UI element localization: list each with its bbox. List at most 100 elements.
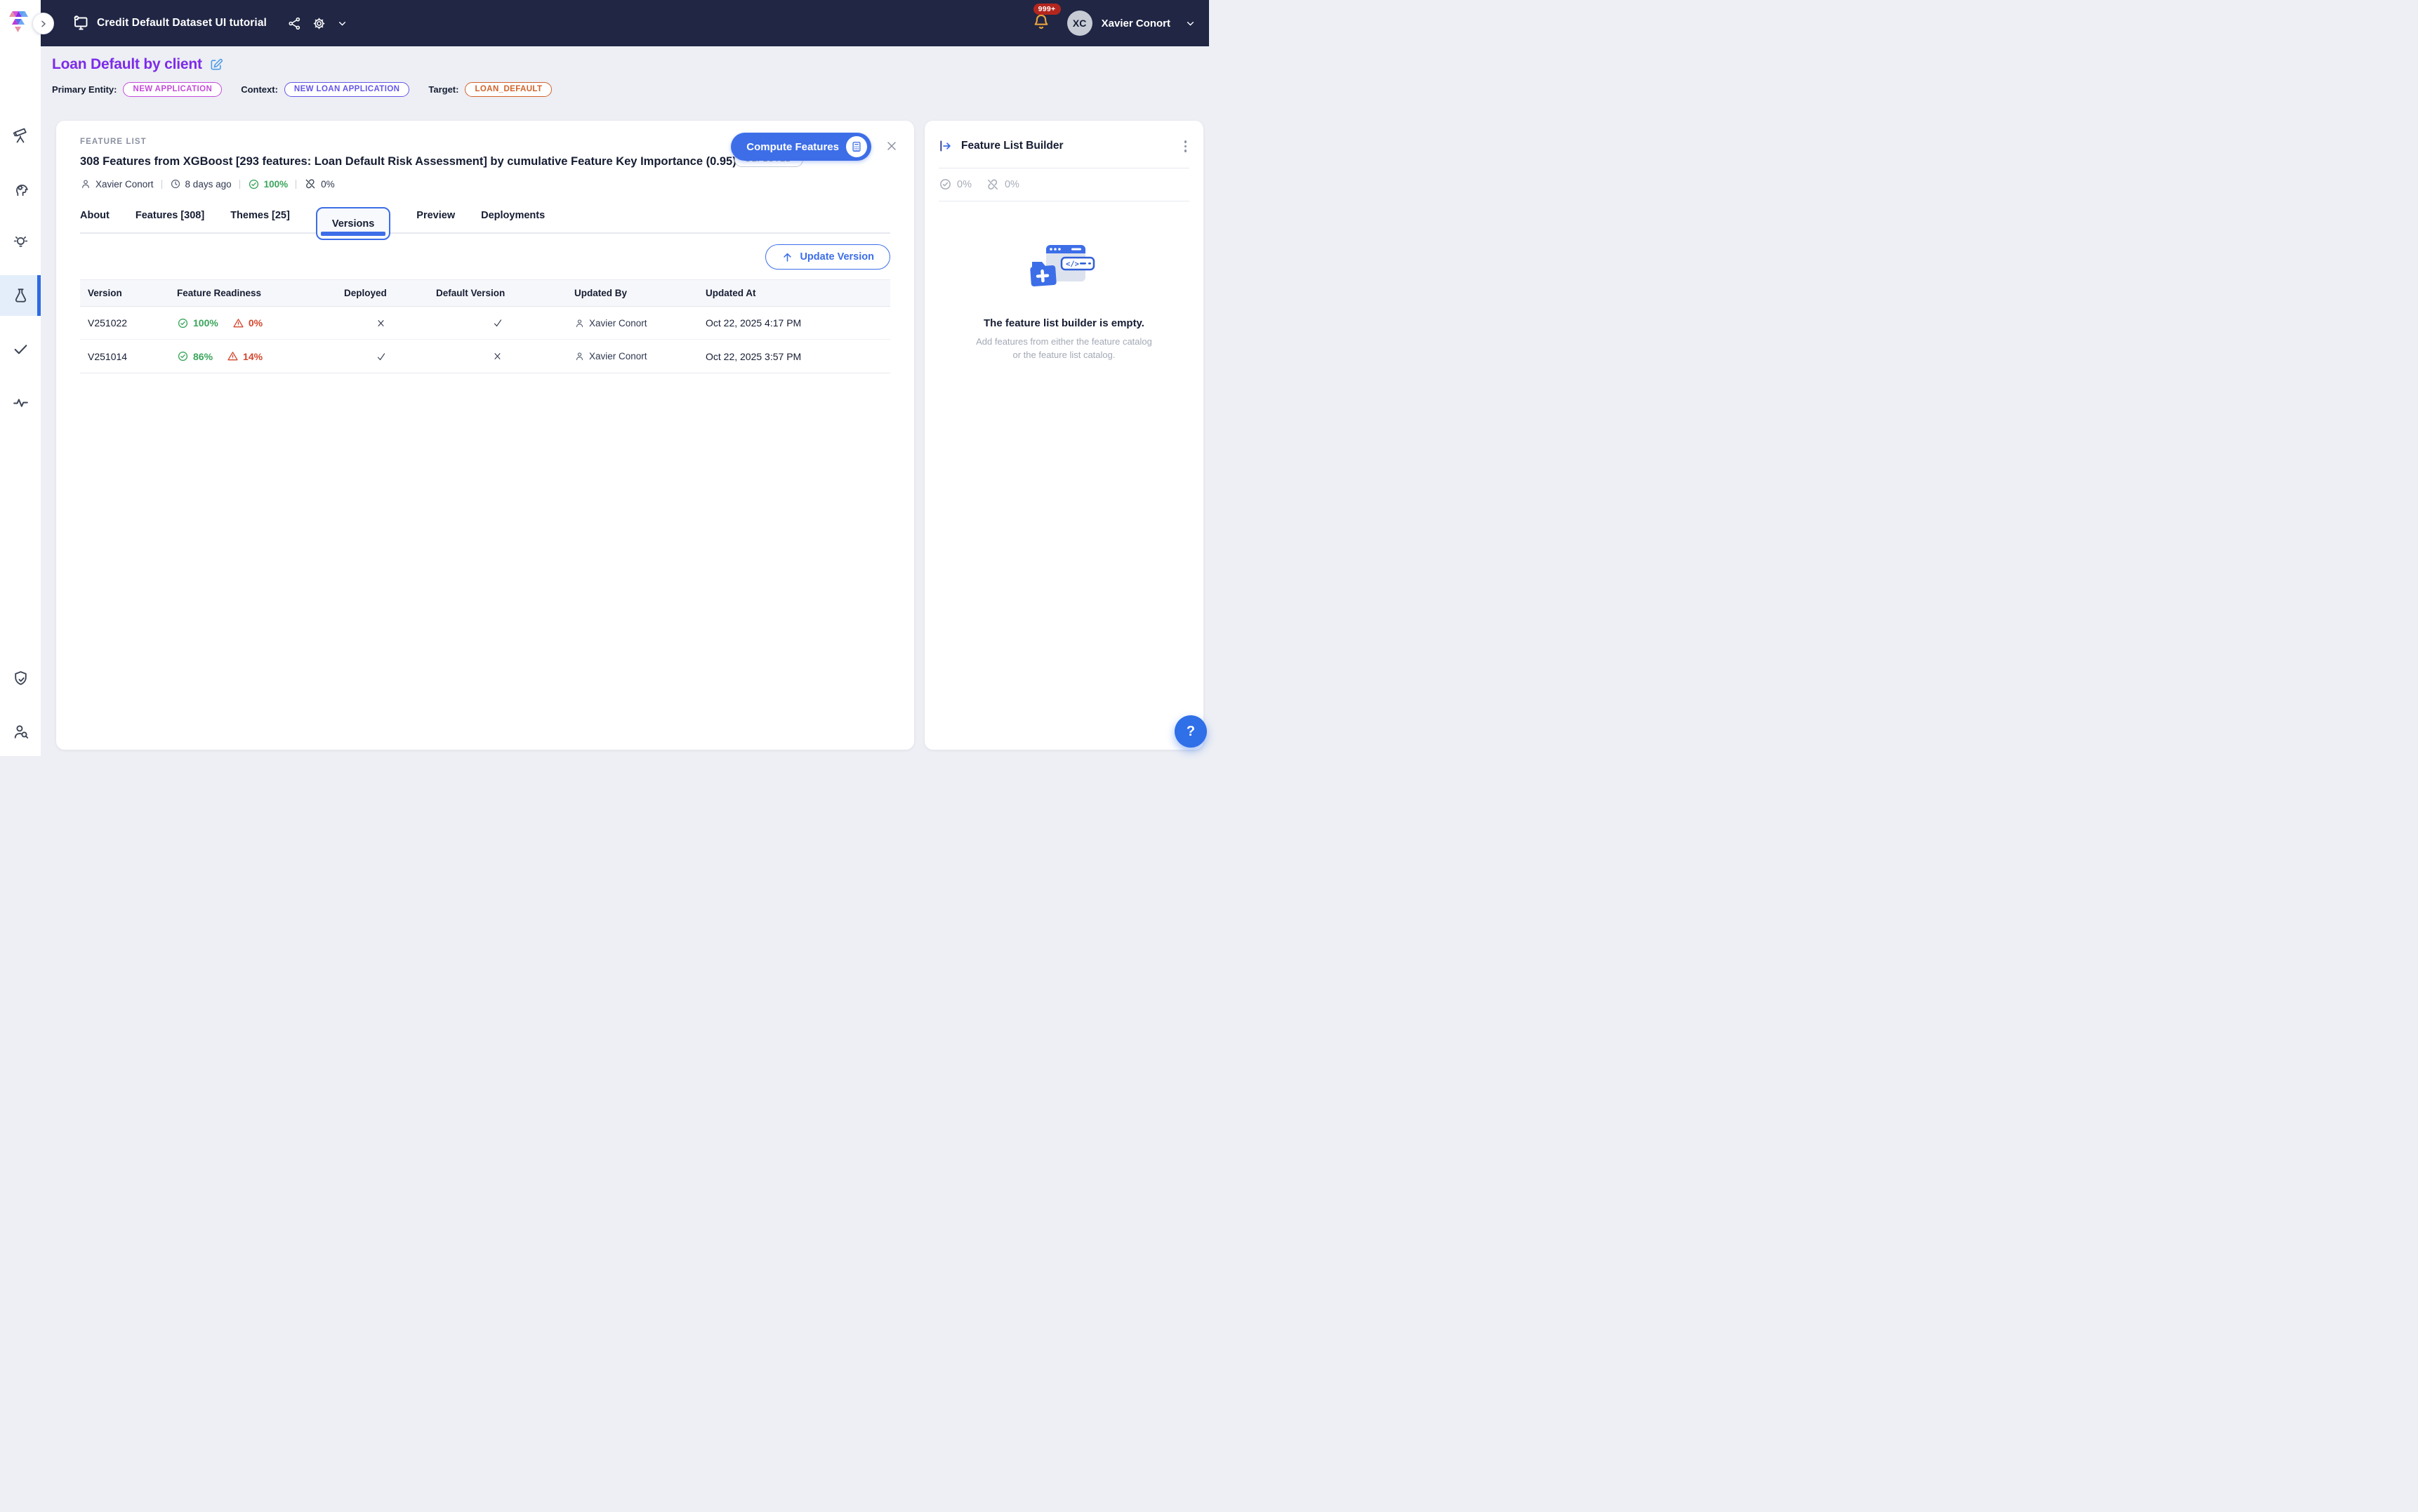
update-version-button[interactable]: Update Version: [765, 244, 890, 270]
sidebar-item-modeling[interactable]: [0, 168, 41, 209]
check-circle-icon: [248, 178, 260, 190]
builder-menu-button[interactable]: [1182, 138, 1190, 155]
sidebar-item-ideas[interactable]: [0, 222, 41, 263]
chevron-right-icon: [38, 18, 49, 29]
tab-deployments[interactable]: Deployments: [481, 210, 545, 234]
close-panel-button[interactable]: [885, 139, 899, 155]
settings-gear-icon[interactable]: [312, 16, 326, 31]
feature-list-meta: Xavier Conort 8 days ago 100%: [80, 178, 890, 190]
navbar-right: 999+ XC Xavier Conort: [1032, 11, 1209, 36]
arrow-up-icon: [781, 251, 793, 263]
meta-unused: 0%: [304, 178, 335, 190]
cross-icon: [376, 318, 386, 329]
notification-badge: 999+: [1033, 4, 1061, 15]
meta-updated: 8 days ago: [170, 178, 232, 190]
page-header: Loan Default by client Primary Entity: N…: [52, 56, 552, 97]
tab-versions[interactable]: Versions: [316, 207, 390, 240]
updated-at-cell: Oct 22, 2025 3:57 PM: [706, 351, 890, 362]
empty-subtitle: Add features from either the feature cat…: [925, 335, 1203, 362]
sidebar-item-approvals[interactable]: [0, 329, 41, 369]
top-navbar: Credit Default Dataset UI tutorial: [41, 0, 1209, 46]
cross-icon: [492, 351, 503, 362]
table-row-v251014[interactable]: V251014 86% 14%: [80, 340, 890, 373]
page-title: Loan Default by client: [52, 56, 202, 73]
edit-title-icon[interactable]: [209, 58, 223, 72]
target-label: Target:: [428, 84, 458, 95]
context-pill[interactable]: NEW LOAN APPLICATION: [284, 82, 409, 97]
builder-unused: 0%: [986, 178, 1019, 192]
updated-by-cell: Xavier Conort: [574, 318, 706, 329]
tab-preview[interactable]: Preview: [416, 210, 455, 234]
builder-empty-state: </> The feature list builder is empty. A…: [925, 201, 1203, 362]
sidebar-item-experiments[interactable]: [0, 275, 41, 316]
readiness-cell: 86% 14%: [177, 350, 344, 362]
workspace-switcher[interactable]: Credit Default Dataset UI tutorial: [41, 15, 348, 32]
bell-icon: [1032, 13, 1050, 31]
version-cell: V251022: [80, 317, 177, 329]
workspace-monitor-icon: [72, 15, 89, 32]
sidebar-item-governance[interactable]: [0, 658, 41, 698]
link-slash-icon: [986, 178, 1000, 192]
lightbulb-icon: [12, 234, 29, 251]
builder-stats: 0% 0%: [925, 168, 1203, 201]
pulse-icon: [12, 394, 29, 411]
target-pill[interactable]: LOAN_DEFAULT: [465, 82, 552, 97]
primary-entity-pill[interactable]: NEW APPLICATION: [123, 82, 222, 97]
sidebar-item-explore[interactable]: [0, 115, 41, 156]
sidebar-expand-button[interactable]: [32, 13, 54, 34]
check-circle-icon: [177, 350, 189, 362]
left-sidebar: [0, 0, 41, 756]
empty-title: The feature list builder is empty.: [925, 317, 1203, 329]
app-screen: Credit Default Dataset UI tutorial: [0, 0, 1209, 756]
avatar[interactable]: XC: [1067, 11, 1092, 36]
calculator-icon: [846, 136, 867, 157]
compute-features-button[interactable]: Compute Features: [731, 133, 871, 161]
sidebar-item-monitoring[interactable]: [0, 382, 41, 423]
check-circle-icon: [939, 178, 952, 191]
builder-readiness: 0%: [939, 178, 972, 191]
link-slash-icon: [304, 178, 317, 190]
tab-about[interactable]: About: [80, 210, 110, 234]
clock-icon: [170, 178, 181, 190]
feature-list-title: 308 Features from XGBoost [293 features:…: [80, 155, 736, 168]
person-icon: [574, 351, 585, 362]
sidebar-item-user-search[interactable]: [0, 711, 41, 752]
meta-readiness: 100%: [248, 178, 289, 190]
flask-icon: [12, 287, 29, 305]
user-search-icon: [12, 723, 29, 741]
check-icon: [492, 317, 503, 329]
check-circle-icon: [177, 317, 189, 329]
close-icon: [885, 139, 899, 153]
notifications-button[interactable]: 999+: [1032, 13, 1050, 34]
deployed-cell: [376, 318, 436, 329]
feature-list-tabs: About Features [308] Themes [25] Version…: [80, 194, 890, 234]
builder-panel-icon: [939, 139, 953, 153]
shield-check-icon: [12, 670, 29, 687]
help-button[interactable]: ?: [1175, 715, 1207, 748]
col-default-version: Default Version: [436, 288, 574, 298]
updated-by-cell: Xavier Conort: [574, 351, 706, 362]
tab-themes[interactable]: Themes [25]: [230, 210, 290, 234]
version-cell: V251014: [80, 351, 177, 362]
workspace-chevron-down-icon[interactable]: [336, 18, 348, 29]
telescope-icon: [12, 127, 29, 144]
col-version: Version: [80, 288, 177, 298]
updated-at-cell: Oct 22, 2025 4:17 PM: [706, 317, 890, 329]
svg-text:</>: </>: [1066, 260, 1079, 268]
context-label: Context:: [241, 84, 278, 95]
versions-table-header: Version Feature Readiness Deployed Defau…: [80, 280, 890, 307]
readiness-cell: 100% 0%: [177, 317, 344, 329]
person-icon: [574, 318, 585, 329]
share-icon[interactable]: [287, 16, 302, 31]
feature-list-panel: FEATURE LIST 308 Features from XGBoost […: [56, 121, 914, 750]
default-version-cell: [492, 351, 574, 362]
user-menu-chevron-down-icon[interactable]: [1184, 18, 1196, 29]
col-updated-by: Updated By: [574, 288, 706, 298]
sidebar-bottom: [0, 658, 41, 752]
tab-features[interactable]: Features [308]: [136, 210, 204, 234]
workspace-title: Credit Default Dataset UI tutorial: [97, 17, 267, 29]
feature-list-builder-panel: Feature List Builder 0% 0%: [925, 121, 1203, 750]
deployed-cell: [376, 351, 436, 362]
table-row-v251022[interactable]: V251022 100% 0%: [80, 307, 890, 340]
empty-builder-illustration: </>: [1028, 244, 1101, 294]
